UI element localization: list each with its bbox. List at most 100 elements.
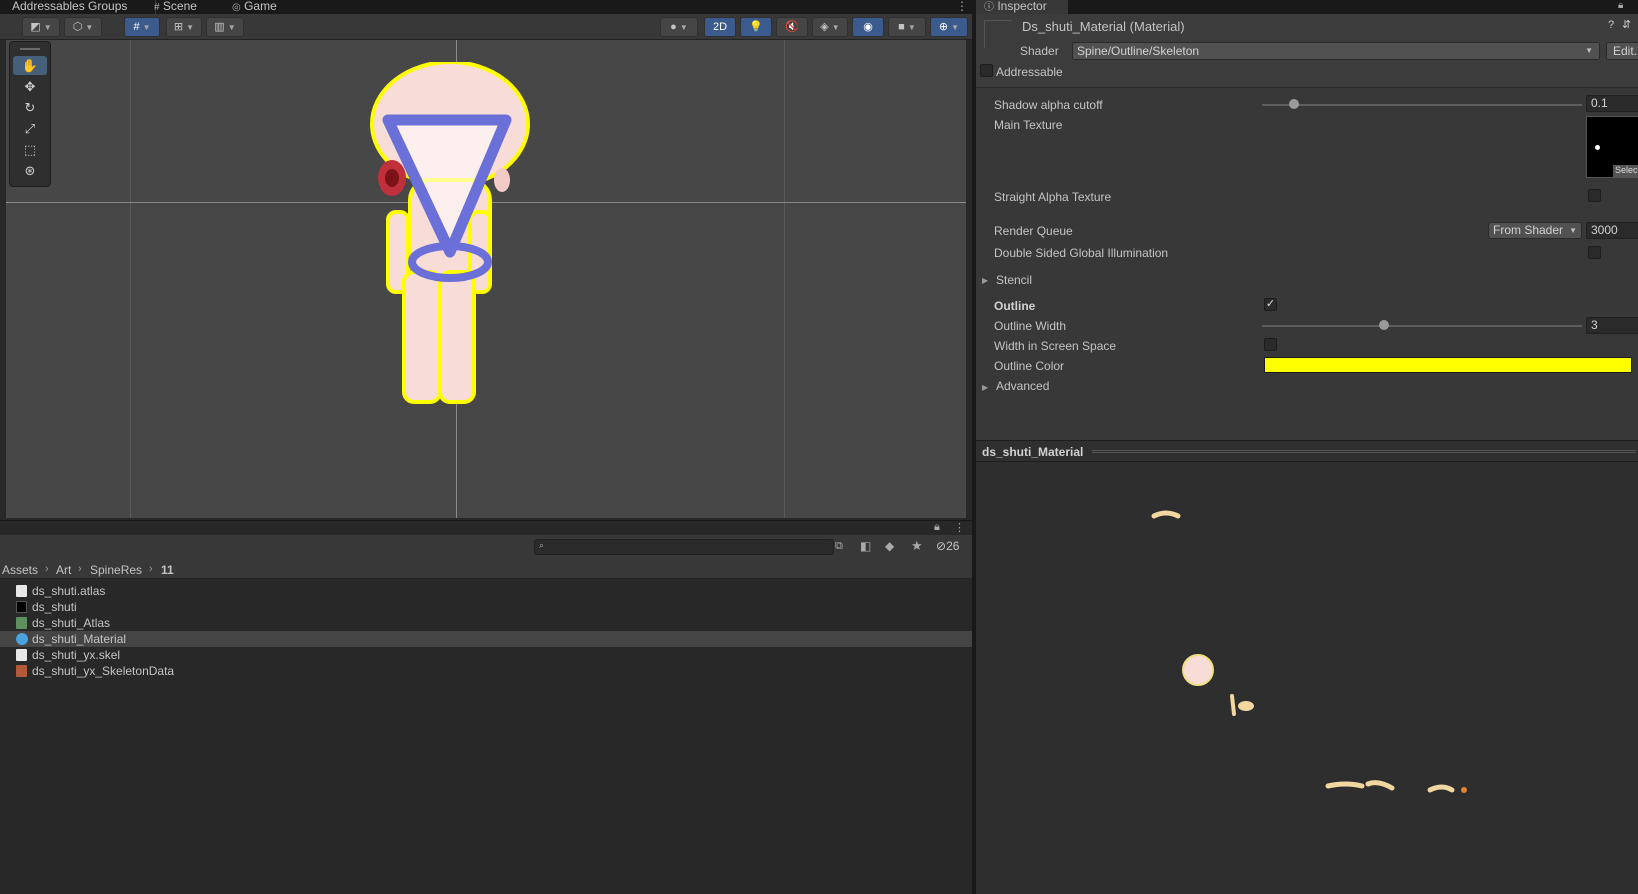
hand-tool-button[interactable]: ✋ (13, 56, 47, 75)
file-row-ds-shuti-atlas-asset[interactable]: ds_shuti_Atlas (0, 615, 972, 631)
scene-viewport[interactable] (6, 40, 966, 518)
grid-snap-button[interactable]: # ▼ (124, 17, 160, 37)
atlas-asset-icon (16, 617, 27, 629)
tools-drag-handle[interactable] (20, 48, 40, 50)
double-sided-gi-checkbox[interactable] (1588, 246, 1601, 259)
rotate-tool-button[interactable]: ↻ (13, 98, 47, 117)
more-options-icon[interactable]: ⋮ (954, 521, 965, 534)
advanced-foldout-label[interactable]: Advanced (996, 379, 1049, 393)
outline-width-slider[interactable] (1262, 325, 1582, 327)
file-name: ds_shuti_yx.skel (32, 648, 121, 662)
rect-tool-button[interactable]: ⬚ (13, 140, 47, 159)
breadcrumb-current-folder[interactable]: 11 (161, 563, 174, 577)
move-tool-button[interactable]: ✥ (13, 77, 47, 96)
width-in-screen-space-checkbox[interactable] (1264, 338, 1277, 351)
tab-scene-label: Scene (162, 0, 197, 13)
file-row-ds-shuti-yx-skel[interactable]: ds_shuti_yx.skel (0, 647, 972, 663)
move-arrows-icon: ✥ (24, 79, 36, 94)
shadow-alpha-cutoff-slider-thumb[interactable] (1289, 99, 1299, 109)
preview-title-bar[interactable]: ds_shuti_Material (976, 440, 1638, 462)
camera-button[interactable]: ■ ▼ (888, 17, 926, 37)
lightbulb-icon: 💡 (749, 21, 763, 33)
file-name: ds_shuti_yx_SkeletonData (32, 664, 175, 678)
chevron-right-icon: › (78, 563, 82, 575)
main-texture-slot[interactable]: Select (1586, 116, 1638, 178)
straight-alpha-checkbox[interactable] (1588, 189, 1601, 202)
layers-icon: ◈ (820, 21, 829, 33)
shading-mode-button[interactable]: ● ▼ (660, 17, 698, 37)
sphere-icon: ● (670, 21, 677, 33)
eye-hidden-icon: ⊘ (936, 539, 947, 553)
transform-tool-button[interactable]: ⊛ (13, 161, 47, 180)
project-panel: 🔒︎ ⋮ ⌕ ⧉ ◧ ◆ ★ ⊘26 Assets › Art › SpineR… (0, 520, 972, 894)
file-row-ds-shuti-yx-skeletondata[interactable]: ds_shuti_yx_SkeletonData (0, 663, 972, 679)
outline-width-field[interactable]: 3 (1586, 317, 1638, 334)
shader-value: Spine/Outline/Skeleton (1077, 44, 1200, 58)
addressable-checkbox[interactable] (980, 64, 993, 77)
draw-mode-button[interactable]: ◩ ▼ (22, 17, 60, 37)
outline-width-slider-thumb[interactable] (1378, 320, 1389, 330)
scene-tab-bar: Addressables Groups # Scene ◎ Game ⋮ (0, 0, 972, 14)
project-toolbar: ⌕ ⧉ ◧ ◆ ★ ⊘26 (0, 535, 972, 559)
grid-visibility-button[interactable]: ▥ ▼ (206, 17, 244, 37)
ruler-icon: ▥ (214, 21, 225, 33)
breadcrumb-art[interactable]: Art (56, 563, 71, 577)
camera-icon: ■ (898, 21, 905, 33)
favorites-star-icon[interactable]: ★ (911, 538, 923, 554)
file-row-ds-shuti-material[interactable]: ds_shuti_Material (0, 631, 972, 647)
help-icon[interactable]: ? (1608, 19, 1614, 31)
hidden-count: 26 (946, 539, 960, 553)
filter-by-type-icon[interactable]: ◧ (860, 539, 871, 553)
shader-dropdown[interactable]: Spine/Outline/Skeleton ▼ (1072, 42, 1600, 60)
tab-addressables-groups[interactable]: Addressables Groups (12, 0, 127, 14)
file-row-ds-shuti[interactable]: ds_shuti (0, 599, 972, 615)
shadow-alpha-cutoff-field[interactable]: 0.1 (1586, 95, 1638, 112)
tab-scene[interactable]: # Scene (154, 0, 197, 14)
filter-by-label-icon[interactable]: ◆ (885, 539, 894, 553)
view-options-button[interactable]: ⬡ ▼ (64, 17, 102, 37)
gizmos-button[interactable]: ⊕ ▼ (930, 17, 968, 37)
scale-tool-button[interactable]: ⤢ (13, 119, 47, 138)
file-row-ds-shuti-atlas[interactable]: ds_shuti.atlas (0, 583, 972, 599)
lighting-toggle-button[interactable]: 💡 (740, 17, 772, 37)
search-input[interactable]: ⌕ ⧉ (534, 539, 843, 555)
gizmo-globe-icon: ⊕ (938, 21, 949, 33)
mode-2d-button[interactable]: 2D (704, 17, 736, 37)
texture-thumbnail-dot (1595, 145, 1600, 150)
scene-visibility-button[interactable]: ◉ (852, 17, 884, 37)
shadow-alpha-cutoff-slider[interactable] (1262, 104, 1582, 106)
settings-sliders-icon[interactable]: ⇵ (1622, 18, 1631, 31)
material-preview-render (1151, 510, 1467, 793)
effects-button[interactable]: ◈ ▼ (812, 17, 848, 37)
search-by-type-icon[interactable]: ⧉ (835, 540, 843, 553)
preview-drag-handle[interactable] (1092, 450, 1636, 453)
character-sprite[interactable] (366, 62, 546, 412)
lock-icon[interactable]: 🔒︎ (934, 521, 940, 534)
select-texture-button[interactable]: Select (1613, 165, 1638, 177)
edit-shader-button[interactable]: Edit... (1606, 42, 1638, 60)
increment-snap-button[interactable]: ⊞ ▼ (166, 17, 202, 37)
more-options-icon[interactable]: ⋮ (956, 0, 968, 14)
breadcrumb-assets[interactable]: Assets (2, 563, 38, 577)
file-name: ds_shuti_Atlas (32, 616, 111, 630)
tab-inspector[interactable]: ⓘ Inspector (976, 0, 1068, 14)
width-in-screen-space-label: Width in Screen Space (994, 339, 1117, 353)
rect-transform-icon: ⬚ (23, 142, 37, 157)
stencil-foldout-label[interactable]: Stencil (996, 273, 1032, 287)
render-queue-mode-dropdown[interactable]: From Shader ▼ (1488, 222, 1582, 239)
render-queue-field[interactable]: 3000 (1586, 222, 1638, 239)
stencil-foldout-arrow-icon[interactable]: ▶ (982, 276, 988, 285)
breadcrumb-spineres[interactable]: SpineRes (90, 563, 142, 577)
chevron-down-icon: ▼ (1569, 226, 1577, 235)
audio-toggle-button[interactable]: 🔇 (776, 17, 808, 37)
outline-checkbox[interactable]: ✓ (1264, 298, 1277, 311)
tools-overlay: ✋ ✥ ↻ ⤢ ⬚ ⊛ (9, 41, 51, 187)
material-header: Ds_shuti_Material (Material) ? ⇵ Shader … (976, 14, 1638, 88)
chevron-down-icon: ▼ (1585, 46, 1593, 55)
advanced-foldout-arrow-icon[interactable]: ▶ (982, 383, 988, 392)
outline-color-swatch[interactable] (1264, 357, 1632, 373)
lock-icon[interactable]: 🔒︎ (1618, 0, 1623, 11)
hidden-packages-toggle[interactable]: ⊘26 (936, 539, 959, 553)
tab-game[interactable]: ◎ Game (232, 0, 277, 14)
search-icon: ⌕ (539, 540, 545, 550)
